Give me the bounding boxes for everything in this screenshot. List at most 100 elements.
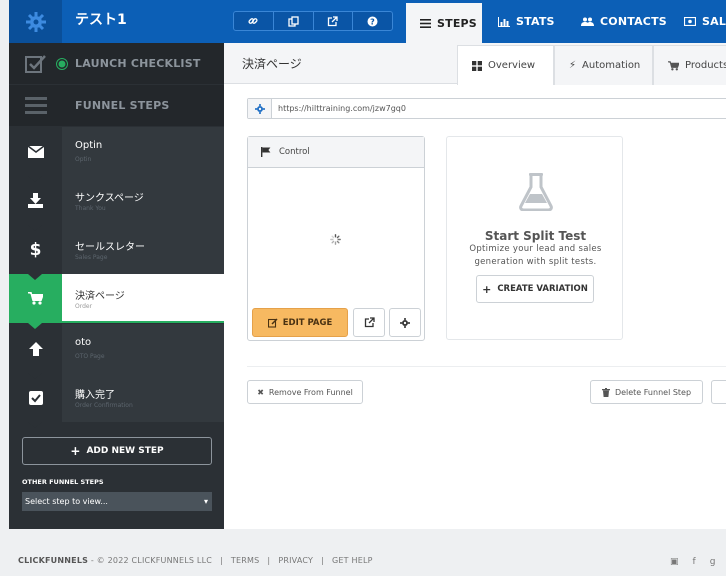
link-icon: [248, 18, 258, 24]
clone-button[interactable]: [274, 12, 314, 30]
gear-icon: [400, 317, 410, 328]
step-name: 購入完了: [75, 390, 115, 401]
page-url-bar: [247, 98, 726, 119]
cart-icon: [668, 60, 679, 70]
divider: [247, 366, 726, 367]
delete-funnel-step-button[interactable]: Delete Funnel Step: [590, 380, 703, 404]
url-settings-button[interactable]: [248, 99, 272, 118]
dollar-icon: $: [29, 239, 42, 260]
page-url-input[interactable]: [278, 101, 718, 116]
split-test-card: Start Split Test Optimize your lead and …: [446, 136, 623, 340]
step-thank-you[interactable]: サンクスページ Thank You: [9, 176, 224, 231]
bolt-icon: ⚡: [569, 60, 577, 71]
step-oto[interactable]: oto OTO Page: [9, 324, 224, 379]
tab-contacts-label: CONTACTS: [600, 15, 667, 28]
tab-contacts[interactable]: CONTACTS: [581, 0, 667, 43]
facebook-icon[interactable]: f: [693, 557, 696, 567]
google-plus-icon[interactable]: g: [710, 557, 716, 567]
flask-icon: [519, 173, 553, 211]
step-select-value: Select step to view...: [25, 497, 108, 506]
step-name: サンクスページ: [75, 193, 144, 204]
variant-header: Control: [248, 137, 424, 168]
tab-sales[interactable]: SALE: [684, 0, 726, 43]
tab-overview[interactable]: Overview: [457, 45, 554, 85]
footer-copyright: - © 2022 CLICKFUNNELS LLC: [90, 556, 213, 565]
tab-automation-label: Automation: [582, 60, 641, 71]
app-window: テスト1 ? STEPS STATS CONTACTS SAL LAUNCH C…: [9, 0, 726, 529]
step-name: 決済ページ: [75, 291, 125, 302]
bar-chart-icon: [498, 16, 510, 27]
add-new-step-button[interactable]: + ADD NEW STEP: [22, 437, 212, 465]
external-link-icon: [328, 15, 339, 26]
step-type: Sales Page: [75, 254, 108, 261]
step-checkout[interactable]: 決済ページ Order: [9, 274, 224, 329]
gear-icon: [254, 103, 265, 114]
step-name: oto: [75, 337, 92, 348]
svg-text:?: ?: [370, 17, 375, 26]
tab-overview-label: Overview: [488, 60, 536, 71]
step-sales-letter[interactable]: $ セールスレター Sales Page: [9, 225, 224, 280]
page-title: 決済ページ: [242, 57, 302, 71]
delete-funnel-step-label: Delete Funnel Step: [614, 387, 692, 397]
tab-products-label: Products: [685, 60, 726, 71]
variant-settings-button[interactable]: [389, 308, 421, 337]
tab-stats[interactable]: STATS: [498, 0, 555, 43]
preview-page-button[interactable]: [353, 308, 385, 337]
users-icon: [581, 17, 594, 26]
clickfunnels-logo[interactable]: [9, 0, 62, 43]
footer-link-privacy[interactable]: PRIVACY: [278, 556, 313, 565]
status-dot-icon: [56, 57, 68, 70]
copy-icon: [287, 15, 299, 27]
other-funnel-steps-label: OTHER FUNNEL STEPS: [22, 478, 104, 486]
more-actions-button[interactable]: [711, 380, 726, 404]
step-type: Order Confirmation: [75, 402, 133, 409]
gear-logo-icon: [25, 11, 46, 32]
launch-checklist-label: LAUNCH CHECKLIST: [75, 57, 201, 70]
chevron-down-icon: ▾: [203, 497, 208, 506]
launch-checklist[interactable]: LAUNCH CHECKLIST: [9, 43, 224, 84]
step-header: 決済ページ Overview ⚡ Automation Products: [224, 43, 726, 85]
external-link-button[interactable]: [314, 12, 354, 30]
edit-page-button[interactable]: EDIT PAGE: [252, 308, 348, 337]
edit-icon: [267, 317, 278, 328]
help-button[interactable]: ?: [353, 12, 392, 30]
grid-icon: [472, 60, 482, 71]
remove-from-funnel-button[interactable]: ✖ Remove From Funnel: [247, 380, 363, 404]
footer-brand: CLICKFUNNELS: [18, 556, 89, 565]
trash-icon: [601, 387, 610, 397]
footer: CLICKFUNNELS - © 2022 CLICKFUNNELS LLC |…: [18, 556, 373, 565]
main-panel: 決済ページ Overview ⚡ Automation Products htt…: [224, 43, 726, 529]
create-variation-button[interactable]: + CREATE VARIATION: [476, 275, 594, 303]
check-square-icon: [28, 390, 43, 405]
step-order-confirmation[interactable]: 購入完了 Order Confirmation: [9, 373, 224, 428]
funnel-toolbar: ?: [233, 11, 393, 31]
top-bar: テスト1 ? STEPS STATS CONTACTS SAL: [9, 0, 726, 43]
add-new-step-label: ADD NEW STEP: [86, 446, 164, 456]
funnel-steps-header: FUNNEL STEPS: [9, 85, 224, 126]
step-type: Optin: [75, 156, 92, 163]
funnel-steps-label: FUNNEL STEPS: [75, 99, 170, 112]
tab-steps[interactable]: STEPS: [406, 3, 482, 43]
control-variant-card: Control EDIT PAGE: [247, 136, 425, 341]
download-icon: [28, 193, 43, 208]
tab-automation[interactable]: ⚡ Automation: [554, 45, 653, 85]
social-links: ▣ f g: [670, 557, 715, 567]
plus-icon: +: [482, 282, 492, 296]
step-select[interactable]: Select step to view... ▾: [22, 492, 212, 511]
remove-from-funnel-label: Remove From Funnel: [268, 387, 353, 397]
youtube-icon[interactable]: ▣: [670, 557, 679, 567]
footer-link-help[interactable]: GET HELP: [332, 556, 373, 565]
arrow-up-icon: [28, 341, 43, 356]
footer-link-terms[interactable]: TERMS: [231, 556, 259, 565]
tab-steps-label: STEPS: [437, 16, 477, 30]
cart-icon: [28, 292, 43, 305]
step-type: Order: [75, 303, 93, 310]
checklist-icon: [9, 43, 62, 84]
money-icon: [684, 17, 696, 26]
step-optin[interactable]: Optin Optin: [9, 127, 224, 182]
tab-products[interactable]: Products: [653, 45, 726, 85]
create-variation-label: CREATE VARIATION: [497, 284, 588, 294]
step-name: セールスレター: [75, 242, 145, 253]
link-button[interactable]: [234, 12, 274, 30]
step-name: Optin: [75, 140, 103, 151]
